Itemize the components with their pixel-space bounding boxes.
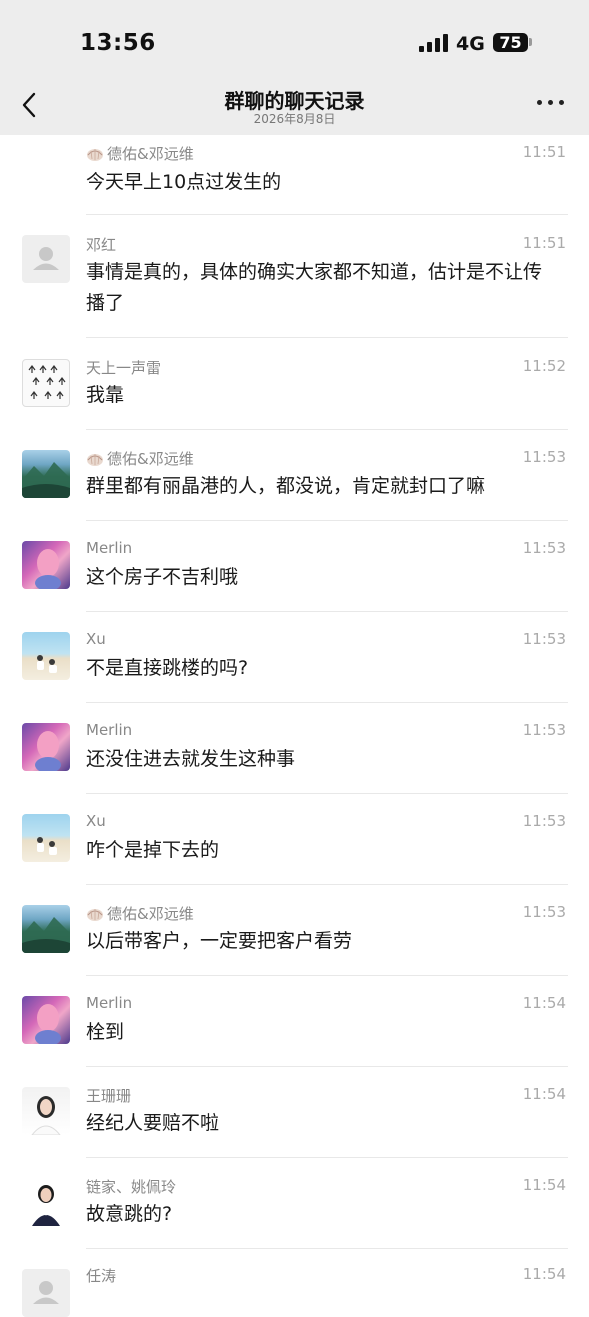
signal-icon <box>419 34 449 52</box>
agent-portrait-icon <box>32 1185 60 1226</box>
message-time: 11:53 <box>522 539 566 557</box>
message-sender: 邓红 <box>86 236 117 254</box>
message-text: 以后带客户，一定要把客户看劳 <box>86 930 353 952</box>
message-text: 故意跳的? <box>86 1203 173 1225</box>
divider <box>86 214 568 215</box>
message-sender: Merlin <box>86 994 133 1012</box>
message-time: 11:54 <box>522 1085 566 1103</box>
mountain-landscape-icon <box>22 917 70 953</box>
message-sender: Merlin <box>86 721 133 739</box>
message-time: 11:51 <box>522 234 566 252</box>
message-text: 群里都有丽晶港的人，都没说，肯定就封口了嘛 <box>86 475 486 497</box>
mountain-landscape-icon <box>22 462 70 498</box>
top-bar: 13:56 4G 75 群聊的聊天记录 2026年8月8日 <box>0 0 589 135</box>
message-text: 这个房子不吉利哦 <box>86 566 239 588</box>
avatar[interactable] <box>22 235 70 283</box>
message-sender: 天上一声雷 <box>86 359 162 377</box>
message-time: 11:54 <box>522 994 566 1012</box>
divider <box>86 1248 568 1249</box>
avatar[interactable] <box>22 996 70 1044</box>
message-sender: 链家、姚佩玲 <box>86 1178 177 1196</box>
message-text: 经纪人要赔不啦 <box>86 1112 220 1134</box>
girl-portrait-icon <box>31 1096 61 1135</box>
message-sender: Xu <box>86 812 106 830</box>
message-text: 事情是真的，具体的确实大家都不知道，估计是不让传播了 <box>86 261 543 314</box>
message-sender: Xu <box>86 630 106 648</box>
message-text: 还没住进去就发生这种事 <box>86 748 296 770</box>
divider <box>86 1066 568 1067</box>
pink-hair-girl-icon <box>35 1004 61 1044</box>
message-sender: Merlin <box>86 539 133 557</box>
divider <box>86 702 568 703</box>
status-time: 13:56 <box>80 30 156 56</box>
more-options-button[interactable] <box>537 100 565 108</box>
message-time: 11:53 <box>522 630 566 648</box>
message-time: 11:54 <box>522 1265 566 1283</box>
avatar[interactable] <box>22 541 70 589</box>
message-text: 今天早上10点过发生的 <box>86 171 282 193</box>
avatar[interactable] <box>22 359 70 407</box>
message-text: 我靠 <box>86 384 125 406</box>
network-type: 4G <box>456 33 485 55</box>
message-time: 11:53 <box>522 721 566 739</box>
divider <box>86 520 568 521</box>
message-sender: 德佑&邓远维 <box>86 143 194 164</box>
divider <box>86 429 568 430</box>
avatar[interactable] <box>22 905 70 953</box>
comic-figures-icon <box>28 365 66 399</box>
message-text: 栓到 <box>86 1021 125 1043</box>
message-time: 11:53 <box>522 812 566 830</box>
pink-hair-girl-icon <box>35 549 61 589</box>
avatar[interactable] <box>22 1178 70 1226</box>
beach-couple-icon <box>37 655 57 673</box>
message-time: 11:54 <box>522 1176 566 1194</box>
divider <box>86 1157 568 1158</box>
seashell-emoji-icon <box>87 454 103 466</box>
message-time: 11:51 <box>522 143 566 161</box>
battery-icon: 75 <box>493 33 528 52</box>
avatar[interactable] <box>22 450 70 498</box>
divider <box>86 337 568 338</box>
default-user-icon <box>33 247 59 270</box>
pink-hair-girl-icon <box>35 731 61 771</box>
avatar[interactable] <box>22 1269 70 1317</box>
message-time: 11:52 <box>522 357 566 375</box>
message-time: 11:53 <box>522 448 566 466</box>
seashell-emoji-icon <box>87 149 103 161</box>
message-sender: 王珊珊 <box>86 1087 132 1105</box>
divider <box>86 884 568 885</box>
message-sender: 任涛 <box>86 1267 117 1285</box>
avatar[interactable] <box>22 632 70 680</box>
message-time: 11:53 <box>522 903 566 921</box>
page-date: 2026年8月8日 <box>253 112 336 126</box>
avatar[interactable] <box>22 814 70 862</box>
message-sender: 德佑&邓远维 <box>86 903 194 924</box>
message-text: 咋个是掉下去的 <box>86 839 220 861</box>
battery-tip <box>529 38 532 46</box>
divider <box>86 611 568 612</box>
avatar[interactable] <box>22 723 70 771</box>
message-sender: 德佑&邓远维 <box>86 448 194 469</box>
beach-couple-icon <box>37 837 57 855</box>
default-user-icon <box>33 1281 59 1304</box>
divider <box>86 793 568 794</box>
avatar[interactable] <box>22 1087 70 1135</box>
seashell-emoji-icon <box>87 909 103 921</box>
divider <box>86 975 568 976</box>
message-text: 不是直接跳楼的吗? <box>86 657 249 679</box>
